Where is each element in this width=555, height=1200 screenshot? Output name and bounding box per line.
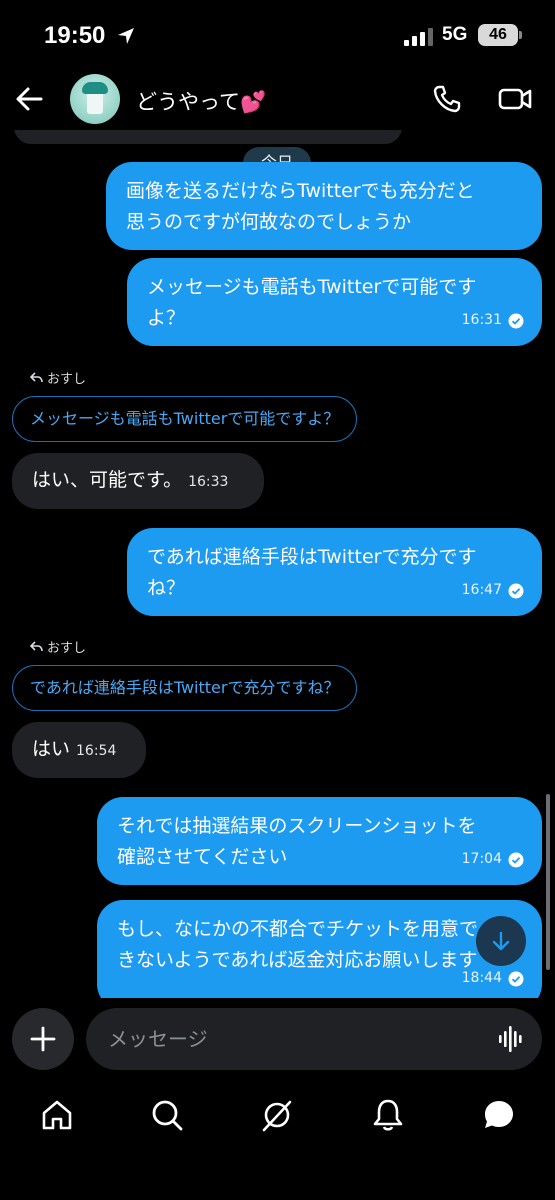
message-text: はい、可能です。 xyxy=(32,469,183,491)
conversation-header: どうやって💕 xyxy=(0,70,555,130)
message-time: 17:04 xyxy=(461,851,502,867)
scrollbar[interactable] xyxy=(546,794,550,970)
location-arrow-icon xyxy=(118,28,134,44)
outgoing-message[interactable]: メッセージも電話もTwitterで可能です よ？ 16:31 xyxy=(127,258,542,346)
message-text-line: もし、なにかの不都合でチケットを用意で xyxy=(117,918,479,940)
home-icon[interactable] xyxy=(40,1098,74,1132)
incoming-message[interactable]: はい、可能です。 16:33 xyxy=(12,453,264,509)
reply-author: おすし xyxy=(47,372,87,387)
read-check-icon xyxy=(508,971,524,986)
outgoing-message[interactable]: であれば連絡手段はTwitterで充分です ね？ 16:47 xyxy=(127,528,542,616)
message-list[interactable]: 今日 画像を送るだけならTwitterでも充分だと 思うのですが何故なのでしょう… xyxy=(0,130,555,998)
read-check-icon xyxy=(508,313,524,328)
search-icon[interactable] xyxy=(150,1098,184,1132)
contact-name[interactable]: どうやって💕 xyxy=(136,86,266,116)
message-text-line: であれば連絡手段はTwitterで充分です xyxy=(147,546,477,568)
network-type: 5G xyxy=(442,24,468,45)
message-time: 16:47 xyxy=(461,582,502,598)
quoted-message[interactable]: であれば連絡手段はTwitterで充分ですね？ xyxy=(12,665,358,711)
reply-arrow-icon xyxy=(30,372,43,383)
message-meta: 16:47 xyxy=(462,575,524,606)
reply-arrow-icon xyxy=(30,641,43,652)
read-check-icon xyxy=(508,852,524,867)
previous-message-bubble xyxy=(14,130,402,144)
message-input[interactable] xyxy=(86,1008,542,1070)
message-meta: 18:44 xyxy=(462,963,524,994)
arrow-left-icon[interactable] xyxy=(14,84,44,114)
message-time: 18:44 xyxy=(461,970,502,986)
phone-icon[interactable] xyxy=(432,84,462,114)
grok-icon[interactable] xyxy=(260,1098,294,1132)
plus-icon xyxy=(30,1026,56,1052)
message-meta: 17:04 xyxy=(462,844,524,875)
scroll-to-bottom-button[interactable] xyxy=(476,916,526,966)
bell-icon[interactable] xyxy=(371,1098,405,1132)
outgoing-message[interactable]: 画像を送るだけならTwitterでも充分だと 思うのですが何故なのでしょうか xyxy=(106,162,542,250)
outgoing-message[interactable]: それでは抽選結果のスクリーンショットを 確認させてください 17:04 xyxy=(97,797,542,885)
battery-tip xyxy=(519,31,522,39)
incoming-message[interactable]: はい 16:54 xyxy=(12,722,146,778)
messages-icon[interactable] xyxy=(482,1098,516,1132)
waveform-icon[interactable] xyxy=(498,1024,526,1054)
contact-avatar[interactable] xyxy=(70,74,120,124)
message-time: 16:31 xyxy=(461,312,502,328)
battery-level: 46 xyxy=(478,24,518,46)
reply-label: おすし xyxy=(30,637,86,656)
message-meta: 16:31 xyxy=(462,305,524,336)
message-time: 16:33 xyxy=(188,474,229,490)
signal-bars-icon xyxy=(404,28,433,46)
status-bar: 19:50 5G 46 xyxy=(0,0,555,70)
add-attachment-button[interactable] xyxy=(12,1008,74,1070)
message-text-line: メッセージも電話もTwitterで可能です xyxy=(147,276,477,298)
outgoing-message[interactable]: もし、なにかの不都合でチケットを用意で きないようであれば返金対応お願いします … xyxy=(97,900,542,998)
quoted-message[interactable]: メッセージも電話もTwitterで可能ですよ？ xyxy=(12,396,358,442)
message-text-line: 思うのですが何故なのでしょうか xyxy=(126,211,412,233)
arrow-down-icon xyxy=(492,931,510,951)
video-camera-icon[interactable] xyxy=(498,84,532,114)
reply-label: おすし xyxy=(30,368,86,387)
message-text: はい xyxy=(32,738,71,760)
status-time: 19:50 xyxy=(44,22,106,49)
avatar-hair xyxy=(82,82,108,94)
message-time: 16:54 xyxy=(76,743,117,759)
message-text-line: 画像を送るだけならTwitterでも充分だと xyxy=(126,180,475,202)
read-check-icon xyxy=(508,583,524,598)
reply-author: おすし xyxy=(47,641,87,656)
message-text-line: それでは抽選結果のスクリーンショットを xyxy=(117,815,477,837)
